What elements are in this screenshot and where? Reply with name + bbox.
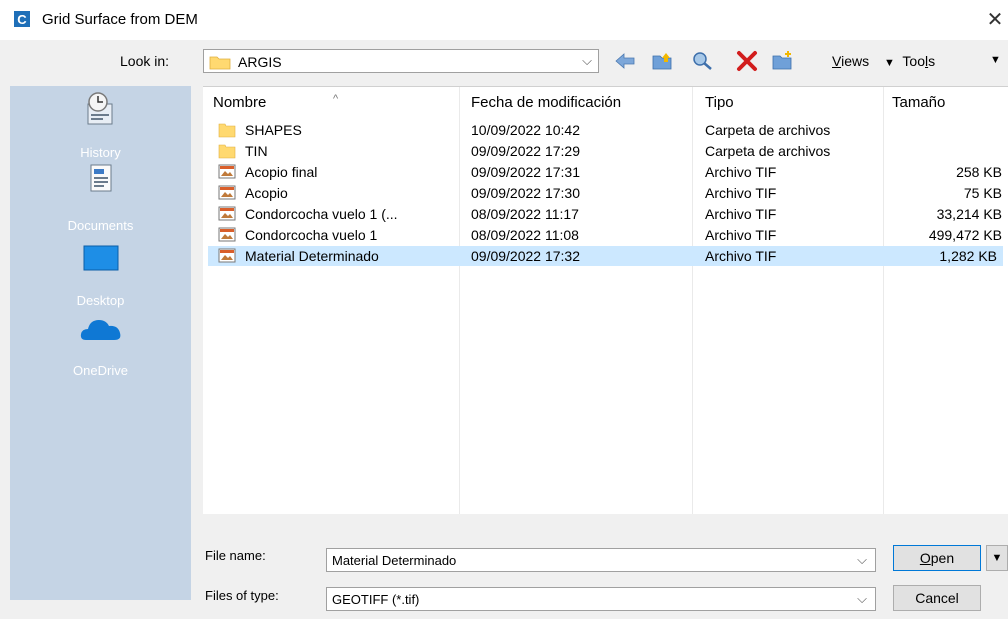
window-title: Grid Surface from DEM: [42, 11, 198, 28]
list-item[interactable]: Condorcocha vuelo 1 08/09/2022 11:08 Arc…: [208, 225, 1008, 245]
look-in-label: Look in:: [120, 53, 170, 69]
list-item[interactable]: TIN 09/09/2022 17:29 Carpeta de archivos: [208, 141, 1008, 161]
desktop-icon: [83, 245, 119, 271]
svg-text:C: C: [17, 12, 27, 27]
open-options-dropdown[interactable]: ▼: [986, 545, 1008, 571]
history-icon: [87, 92, 113, 125]
open-button[interactable]: Open: [893, 545, 981, 571]
column-header-name[interactable]: Nombre ^: [213, 93, 338, 111]
place-documents[interactable]: Documents: [10, 163, 191, 235]
file-type-select[interactable]: GEOTIFF (*.tif) ⌵: [326, 587, 876, 611]
folder-icon: [218, 144, 236, 159]
image-file-icon: [218, 185, 236, 200]
back-arrow-icon[interactable]: [613, 50, 637, 72]
civil3d-c-icon: C: [14, 11, 30, 27]
documents-icon: [90, 164, 112, 192]
image-file-icon: [218, 227, 236, 242]
chevron-down-icon[interactable]: ⌵: [582, 53, 592, 69]
place-onedrive[interactable]: OneDrive: [10, 308, 191, 380]
onedrive-icon: [80, 320, 121, 340]
look-in-combo[interactable]: ARGIS ⌵: [203, 49, 599, 73]
caret-down-icon: ▼: [884, 57, 895, 69]
title-bar: C Grid Surface from DEM ✕: [0, 0, 1008, 40]
caret-down-icon: ▼: [991, 552, 1003, 564]
close-icon[interactable]: ✕: [982, 7, 1008, 33]
up-folder-icon[interactable]: [651, 50, 675, 72]
look-in-value: ARGIS: [238, 54, 282, 70]
image-file-icon: [218, 164, 236, 179]
place-label: Documents: [67, 218, 134, 233]
file-name-label: File name:: [205, 548, 266, 563]
places-bar: History Documents Desktop OneDrive: [10, 86, 191, 600]
chevron-down-icon[interactable]: ⌵: [857, 552, 867, 568]
image-file-icon: [218, 206, 236, 221]
caret-down-icon[interactable]: ▼: [990, 54, 1001, 66]
column-header-type[interactable]: Tipo: [705, 94, 734, 111]
place-label: History: [80, 145, 121, 160]
file-name-value[interactable]: Material Determinado: [332, 553, 456, 568]
folder-icon: [209, 56, 231, 70]
folder-icon: [218, 123, 236, 138]
new-folder-icon[interactable]: [771, 50, 795, 72]
delete-icon[interactable]: [735, 50, 759, 72]
views-button[interactable]: Views: [832, 53, 869, 69]
list-item[interactable]: Acopio 09/09/2022 17:30 Archivo TIF 75 K…: [208, 183, 1008, 203]
image-file-icon: [218, 248, 236, 263]
column-header-date[interactable]: Fecha de modificación: [471, 94, 621, 111]
search-web-icon[interactable]: [691, 50, 715, 72]
list-item[interactable]: Acopio final 09/09/2022 17:31 Archivo TI…: [208, 162, 1008, 182]
column-header-size[interactable]: Tamaño: [892, 94, 945, 111]
file-type-label: Files of type:: [205, 588, 279, 603]
sort-up-icon: ^: [333, 93, 339, 105]
file-type-value: GEOTIFF (*.tif): [332, 592, 420, 607]
tools-button[interactable]: ▼ Tools: [884, 53, 935, 69]
place-desktop[interactable]: Desktop: [10, 238, 191, 310]
file-name-field[interactable]: Material Determinado ⌵: [326, 548, 876, 572]
list-item-selected[interactable]: Material Determinado 09/09/2022 17:32 Ar…: [208, 246, 1003, 266]
place-label: OneDrive: [73, 363, 128, 378]
file-list[interactable]: Nombre ^ Fecha de modificación Tipo Tamañ…: [203, 86, 1008, 514]
cancel-button[interactable]: Cancel: [893, 585, 981, 611]
list-item[interactable]: SHAPES 10/09/2022 10:42 Carpeta de archi…: [208, 120, 1008, 140]
place-history[interactable]: History: [10, 90, 191, 162]
list-item[interactable]: Condorcocha vuelo 1 (... 08/09/2022 11:1…: [208, 204, 1008, 224]
chevron-down-icon[interactable]: ⌵: [857, 591, 867, 607]
place-label: Desktop: [76, 293, 125, 308]
